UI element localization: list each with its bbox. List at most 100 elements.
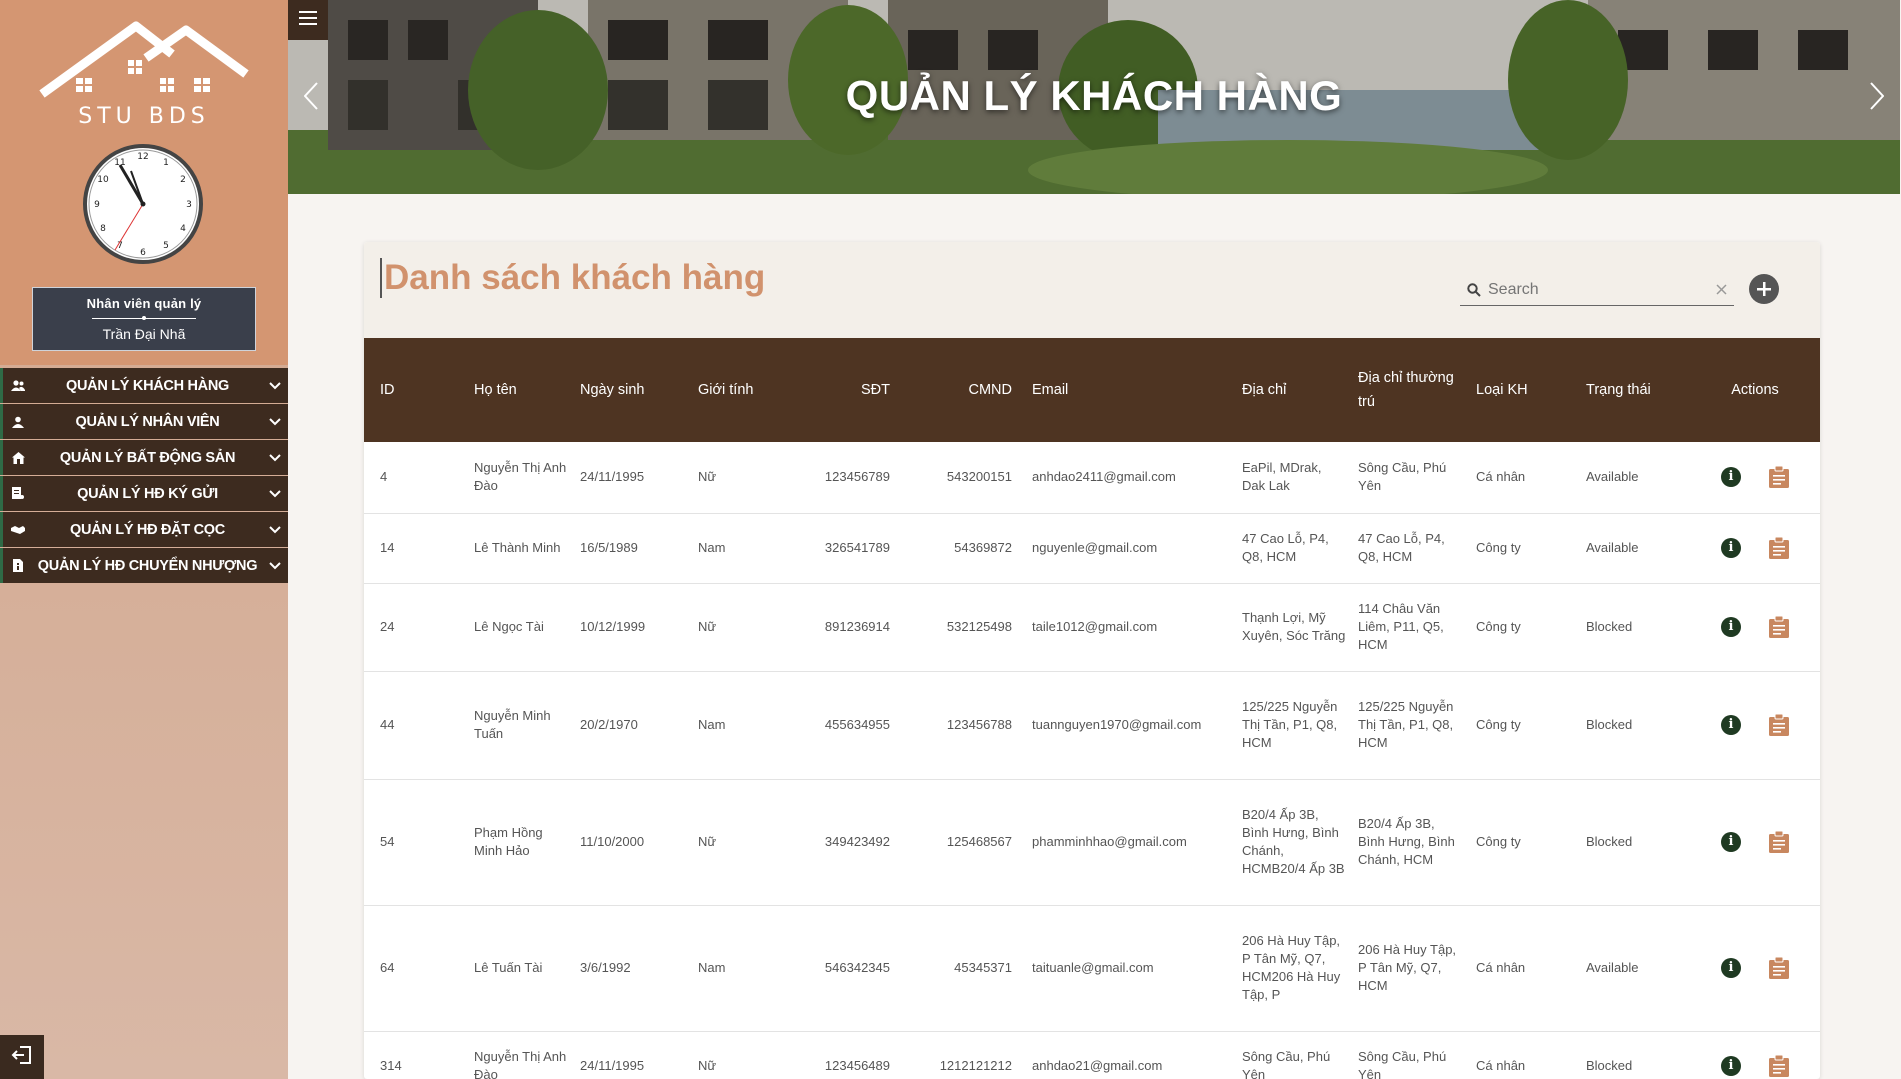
- search-box: [1460, 274, 1734, 306]
- cell-cmnd: 532125498: [904, 583, 1026, 672]
- info-icon: i: [1728, 469, 1734, 485]
- cell-email: tuannguyen1970@gmail.com: [1026, 671, 1236, 780]
- cell-name: Lê Ngọc Tài: [468, 583, 574, 672]
- column-header-cmnd[interactable]: CMND: [904, 338, 1026, 442]
- cell-cmnd: 125468567: [904, 779, 1026, 906]
- info-button[interactable]: i: [1721, 958, 1741, 978]
- chevron-down-icon: [262, 489, 288, 498]
- cell-customer-type: Công ty: [1470, 583, 1580, 672]
- info-icon: i: [1728, 834, 1734, 849]
- employee-card: Nhân viên quản lý Trần Đại Nhã: [32, 287, 256, 351]
- search-input[interactable]: [1488, 280, 1708, 299]
- sidebar: STU BDS 12 1 2 345 678 9 10 11 Nhân viên quả…: [0, 0, 288, 1079]
- cell-status: Available: [1580, 513, 1690, 584]
- cell-email: anhdao21@gmail.com: [1026, 1031, 1236, 1079]
- cell-dob: 11/10/2000: [574, 779, 692, 906]
- sidebar-item-employees[interactable]: QUẢN LÝ NHÂN VIÊN: [0, 404, 288, 439]
- column-header-actions: Actions: [1731, 382, 1779, 398]
- cell-actions: i: [1690, 905, 1820, 1032]
- edit-button[interactable]: [1769, 957, 1789, 979]
- contract-icon: [3, 487, 33, 500]
- cell-email: phamminhhao@gmail.com: [1026, 779, 1236, 906]
- cell-actions: i: [1690, 513, 1820, 584]
- cell-email: anhdao2411@gmail.com: [1026, 442, 1236, 514]
- cell-permanent-address: 206 Hà Huy Tập, P Tân Mỹ, Q7, HCM: [1352, 905, 1470, 1032]
- sidebar-item-label: QUẢN LÝ HĐ KÝ GỬI: [77, 485, 218, 502]
- cell-name: Nguyễn Minh Tuấn: [468, 671, 574, 780]
- employee-role: Nhân viên quản lý: [86, 296, 202, 311]
- svg-text:5: 5: [163, 241, 169, 251]
- svg-text:2: 2: [180, 175, 186, 185]
- clipboard-icon: [1769, 466, 1789, 489]
- edit-button[interactable]: [1769, 1055, 1789, 1077]
- column-header-name[interactable]: Họ tên: [468, 338, 574, 442]
- user-icon: [3, 416, 33, 428]
- clipboard-icon: [1769, 1055, 1789, 1077]
- column-header-status[interactable]: Trạng thái: [1580, 338, 1690, 442]
- clipboard-icon: [1769, 616, 1789, 638]
- card-title: Danh sách khách hàng: [380, 258, 765, 298]
- cell-address: B20/4 Ấp 3B, Bình Hưng, Bình Chánh, HCMB…: [1236, 779, 1352, 906]
- sidebar-item-transfer-contracts[interactable]: QUẢN LÝ HĐ CHUYỂN NHƯỢNG: [0, 548, 288, 583]
- info-button[interactable]: i: [1721, 715, 1741, 735]
- column-header-customer-type[interactable]: Loại KH: [1470, 338, 1580, 442]
- info-button[interactable]: i: [1721, 832, 1741, 852]
- employee-name: Trần Đại Nhã: [102, 326, 186, 342]
- column-header-phone[interactable]: SĐT: [782, 338, 904, 442]
- svg-text:3: 3: [186, 200, 192, 210]
- table-body: 4 Nguyễn Thị Anh Đào 24/11/1995 Nữ 12345…: [364, 442, 1820, 1079]
- page-title: QUẢN LÝ KHÁCH HÀNG: [845, 72, 1343, 119]
- header-banner: QUẢN LÝ KHÁCH HÀNG: [288, 0, 1900, 194]
- info-button[interactable]: i: [1721, 1056, 1741, 1076]
- cell-address: Sông Cầu, Phú Yên: [1236, 1031, 1352, 1079]
- cell-actions: i: [1690, 1031, 1820, 1079]
- cell-id: 314: [364, 1031, 468, 1079]
- add-customer-button[interactable]: [1749, 274, 1779, 304]
- logout-button[interactable]: [0, 1035, 44, 1079]
- cell-dob: 20/2/1970: [574, 671, 692, 780]
- clipboard-icon: [1769, 537, 1789, 559]
- cell-address: Thạnh Lợi, Mỹ Xuyên, Sóc Trăng: [1236, 583, 1352, 672]
- table-row: 44 Nguyễn Minh Tuấn 20/2/1970 Nam 455634…: [364, 671, 1820, 780]
- edit-button[interactable]: [1769, 537, 1789, 559]
- sidebar-item-real-estate[interactable]: QUẢN LÝ BẤT ĐỘNG SẢN: [0, 440, 288, 475]
- column-header-email[interactable]: Email: [1026, 338, 1236, 442]
- column-header-permanent-address[interactable]: Địa chỉ thường trú: [1352, 338, 1470, 442]
- cell-permanent-address: Sông Cầu, Phú Yên: [1352, 442, 1470, 514]
- info-icon: i: [1728, 1058, 1734, 1073]
- logo-text: STU BDS: [78, 104, 210, 129]
- edit-button[interactable]: [1769, 831, 1789, 853]
- menu-toggle-button[interactable]: [288, 0, 328, 40]
- column-header-address[interactable]: Địa chỉ: [1236, 338, 1352, 442]
- cell-phone: 349423492: [782, 779, 904, 906]
- cell-customer-type: Công ty: [1470, 513, 1580, 584]
- cell-phone: 123456789: [782, 442, 904, 514]
- clear-search-button[interactable]: [1708, 284, 1734, 295]
- cell-customer-type: Cá nhân: [1470, 442, 1580, 514]
- cell-dob: 10/12/1999: [574, 583, 692, 672]
- info-button[interactable]: i: [1721, 617, 1741, 637]
- info-button[interactable]: i: [1721, 538, 1741, 558]
- column-header-dob[interactable]: Ngày sinh: [574, 338, 692, 442]
- cell-email: nguyenle@gmail.com: [1026, 513, 1236, 584]
- cell-gender: Nữ: [692, 779, 782, 906]
- column-header-id[interactable]: ID: [364, 338, 468, 442]
- search-icon: [1460, 282, 1488, 297]
- cell-phone: 123456489: [782, 1031, 904, 1079]
- cell-gender: Nữ: [692, 583, 782, 672]
- column-header-gender[interactable]: Giới tính: [692, 338, 782, 442]
- sidebar-item-label: QUẢN LÝ HĐ CHUYỂN NHƯỢNG: [37, 557, 258, 574]
- sidebar-item-customers[interactable]: QUẢN LÝ KHÁCH HÀNG: [0, 368, 288, 403]
- edit-button[interactable]: [1769, 714, 1789, 736]
- info-button[interactable]: i: [1721, 467, 1741, 488]
- sidebar-item-deposit-contracts[interactable]: QUẢN LÝ HĐ ĐẶT CỌC: [0, 512, 288, 547]
- cell-gender: Nữ: [692, 442, 782, 514]
- edit-button[interactable]: [1769, 466, 1789, 489]
- edit-button[interactable]: [1769, 616, 1789, 638]
- cell-cmnd: 123456788: [904, 671, 1026, 780]
- cell-phone: 326541789: [782, 513, 904, 584]
- chevron-down-icon: [262, 381, 288, 390]
- cell-dob: 24/11/1995: [574, 1031, 692, 1079]
- cell-permanent-address: 114 Châu Văn Liêm, P11, Q5, HCM: [1352, 583, 1470, 672]
- sidebar-item-consignment-contracts[interactable]: QUẢN LÝ HĐ KÝ GỬI: [0, 476, 288, 511]
